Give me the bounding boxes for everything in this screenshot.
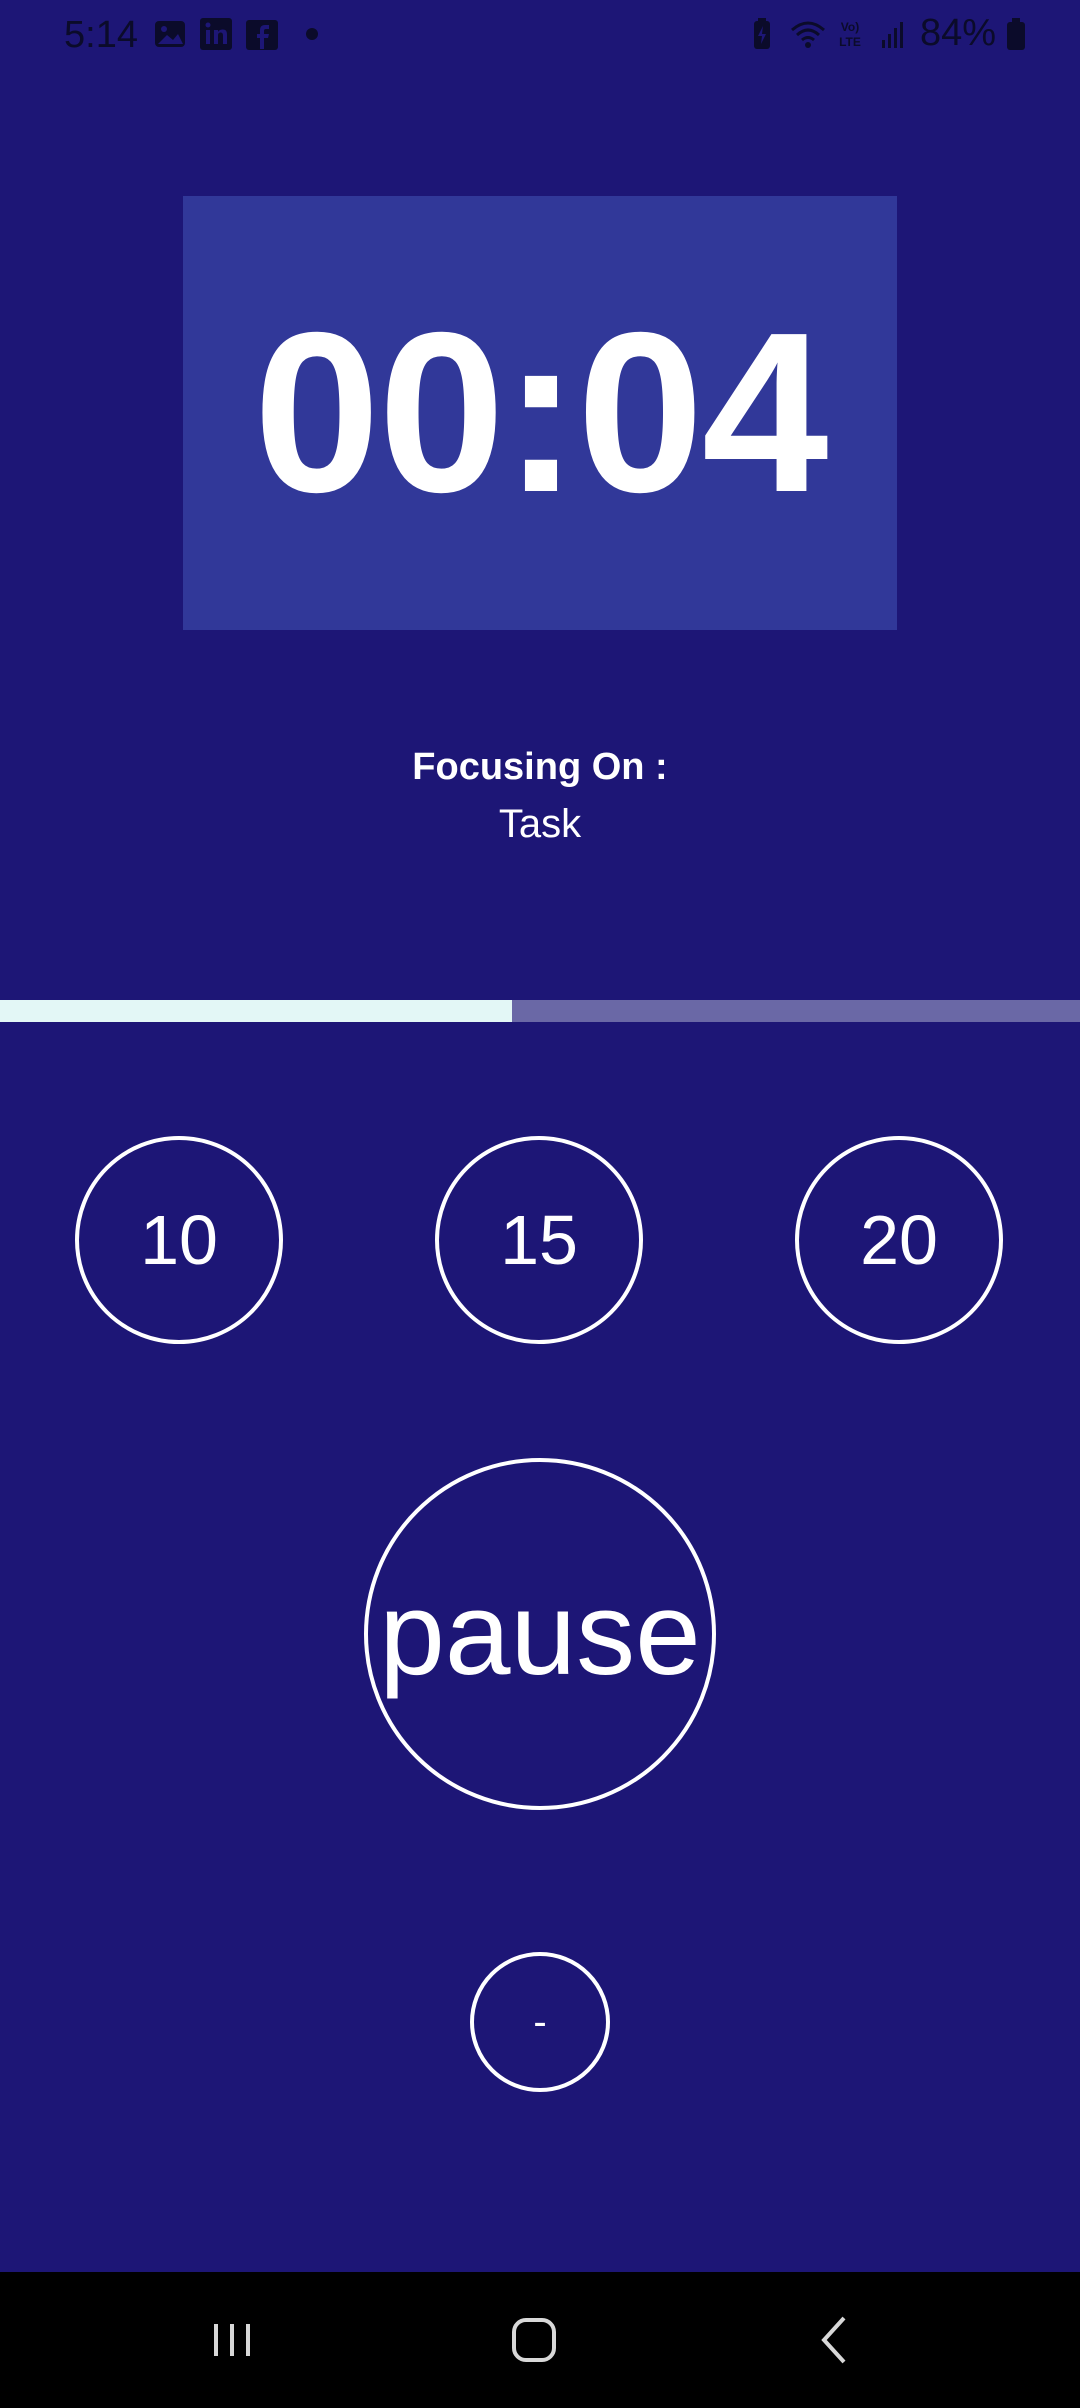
volte-icon: Vo) LTE [832, 16, 868, 52]
signal-icon [876, 16, 912, 52]
notification-dot [306, 28, 318, 40]
battery-icon [1004, 16, 1040, 52]
status-bar: 5:14 Vo) LTE 84% [0, 0, 1080, 70]
timer-display: 00:04 [253, 285, 828, 540]
svg-text:Vo): Vo) [841, 20, 859, 34]
home-icon [512, 2318, 556, 2362]
facebook-icon [244, 16, 280, 52]
gallery-icon [152, 16, 188, 52]
back-icon [821, 2316, 846, 2364]
timer-progress-bar [0, 1000, 1080, 1022]
home-button[interactable] [434, 2272, 634, 2408]
system-nav-bar [0, 2272, 1080, 2408]
app-screen: 5:14 Vo) LTE 84% 00:04 Focusing On: Tas… [0, 0, 1080, 2408]
battery-saver-icon [744, 16, 780, 52]
timer-panel: 00:04 [183, 196, 897, 630]
focus-task-name: Task [498, 802, 582, 846]
decrement-button[interactable]: - [470, 1952, 610, 2092]
preset-15-button[interactable]: 15 [435, 1136, 643, 1344]
preset-20-button[interactable]: 20 [795, 1136, 1003, 1344]
recent-apps-icon [214, 2324, 250, 2356]
back-button[interactable] [736, 2272, 936, 2408]
linkedin-icon [198, 16, 234, 52]
preset-10-button[interactable]: 10 [75, 1136, 283, 1344]
pause-button[interactable]: pause [364, 1458, 716, 1810]
wifi-icon [788, 16, 825, 52]
focus-label: Focusing On : [412, 746, 668, 788]
timer-progress-fill [0, 1000, 512, 1022]
svg-text:LTE: LTE [839, 35, 861, 49]
status-system-icons: Vo) LTE 84% [744, 12, 1040, 55]
battery-percentage: 84% [919, 12, 996, 54]
status-time: 5:14 [64, 14, 138, 56]
status-notification-icons [152, 16, 280, 52]
recent-apps-button[interactable] [132, 2272, 332, 2408]
